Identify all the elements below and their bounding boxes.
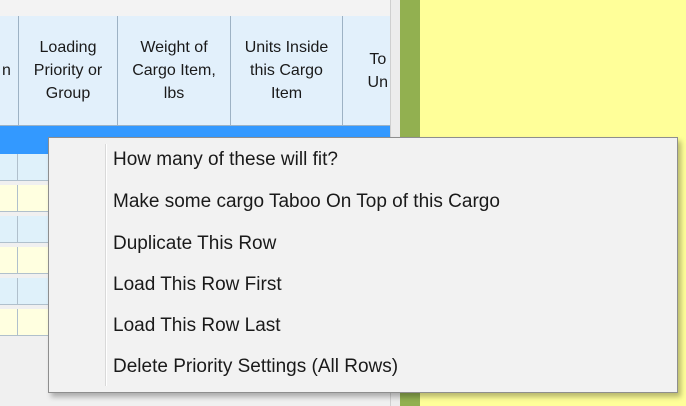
menu-item-duplicate-row[interactable]: Duplicate This Row: [53, 226, 673, 264]
column-header-units-inside[interactable]: Units Inside this Cargo Item: [230, 16, 342, 126]
menu-item-label: Load This Row Last: [113, 315, 281, 336]
column-header-label: Units Inside this Cargo Item: [244, 39, 329, 102]
column-header-total-units[interactable]: To Un: [342, 16, 390, 126]
menu-item-load-row-first[interactable]: Load This Row First: [53, 267, 673, 305]
menu-item-label: Duplicate This Row: [113, 233, 277, 254]
column-header-truncated[interactable]: n: [0, 16, 18, 126]
menu-item-label: Delete Priority Settings (All Rows): [113, 356, 399, 377]
context-menu: How many of these will fit? Make some ca…: [48, 137, 678, 393]
column-header-weight[interactable]: Weight of Cargo Item, lbs: [117, 16, 230, 126]
column-header-label: Loading Priority or Group: [33, 39, 103, 102]
menu-item-make-cargo-taboo[interactable]: Make some cargo Taboo On Top of this Car…: [53, 184, 673, 222]
menu-item-label: How many of these will fit?: [113, 149, 338, 170]
menu-item-delete-priority-settings[interactable]: Delete Priority Settings (All Rows): [53, 349, 673, 387]
column-header-loading-priority[interactable]: Loading Priority or Group: [18, 16, 117, 126]
menu-item-label: Make some cargo Taboo On Top of this Car…: [113, 191, 500, 212]
table-cell[interactable]: [0, 247, 18, 274]
grid-top-strip: [0, 0, 395, 17]
menu-item-label: Load This Row First: [113, 274, 282, 295]
column-header-label: n: [2, 62, 11, 79]
table-cell[interactable]: [0, 185, 18, 212]
table-cell[interactable]: [0, 309, 18, 336]
table-cell[interactable]: [0, 216, 18, 243]
table-cell[interactable]: [0, 278, 18, 305]
menu-item-load-row-last[interactable]: Load This Row Last: [53, 308, 673, 346]
table-cell[interactable]: [0, 154, 18, 181]
menu-item-how-many-fit[interactable]: How many of these will fit?: [53, 142, 673, 180]
column-header-label: Weight of Cargo Item, lbs: [132, 39, 216, 102]
column-header-label: To Un: [367, 50, 388, 91]
